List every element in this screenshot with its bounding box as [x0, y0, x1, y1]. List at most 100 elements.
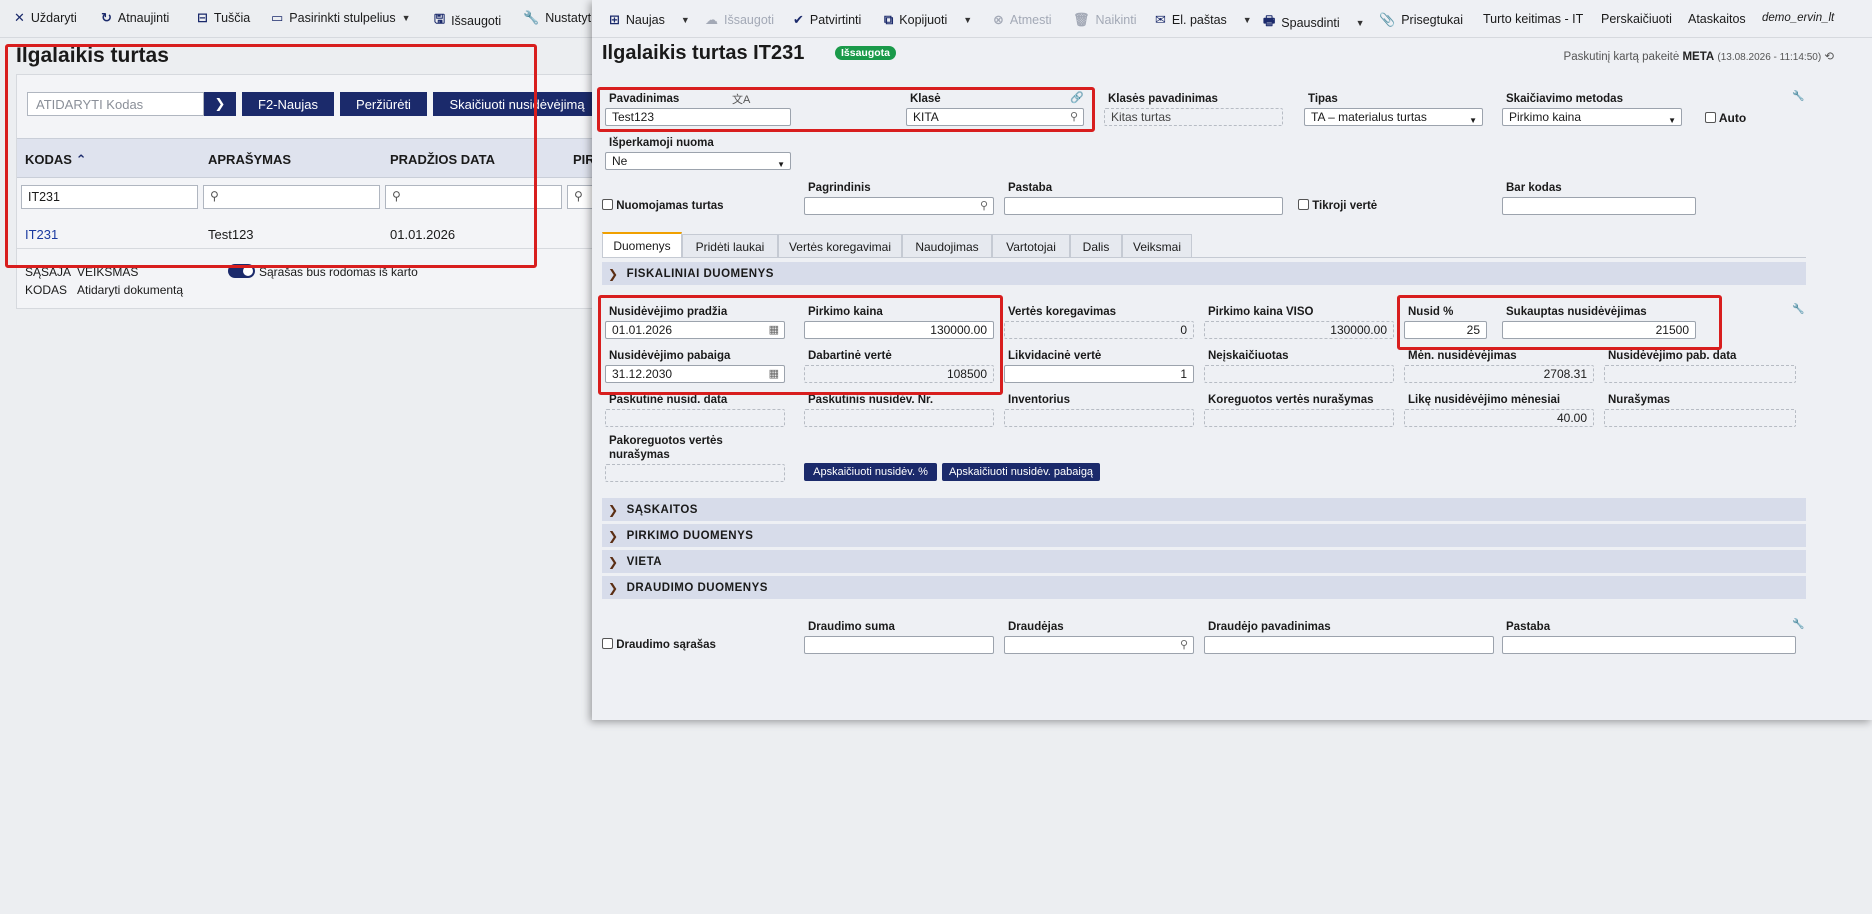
value-adj-label: Vertės koregavimas: [1008, 306, 1117, 318]
cloud-upload-icon: ☁: [705, 12, 718, 27]
empty-icon: ⊟: [197, 10, 208, 25]
insurance-sum-input[interactable]: [804, 636, 994, 654]
chevron-right-icon: ❯: [608, 502, 619, 517]
highlight-dates-prices: [598, 295, 1003, 395]
liquid-label: Likvidacinė vertė: [1008, 350, 1102, 362]
real-value-checkbox[interactable]: Tikroji vertė: [1298, 199, 1377, 212]
insurer-name-input[interactable]: [1204, 636, 1494, 654]
search-icon: ⚲: [979, 200, 988, 212]
email-button[interactable]: ✉ El. paštas ▼: [1155, 12, 1252, 28]
type-select[interactable]: TA – materialus turtas ▼: [1304, 108, 1483, 126]
last-date-field: [605, 409, 785, 427]
wrench-icon[interactable]: 🔧: [1792, 304, 1804, 315]
confirm-button[interactable]: ✔ Patvirtinti: [793, 12, 861, 28]
writeoff-label: Nurašymas: [1608, 394, 1671, 406]
insurance-sum-label: Draudimo suma: [808, 621, 895, 633]
trash-icon: 🗑: [1073, 12, 1090, 27]
chevron-right-icon: ❯: [608, 528, 619, 543]
section-fiscal[interactable]: ❯ FISKALINIAI DUOMENYS: [602, 262, 1806, 285]
calc-pct-button[interactable]: Apskaičiuoti nusidėv. %: [804, 463, 937, 481]
status-badge: Išsaugota: [835, 46, 897, 60]
rented-check-box[interactable]: [602, 199, 613, 210]
main-input[interactable]: ⚲: [804, 197, 994, 215]
section-purchase[interactable]: ❯ PIRKIMO DUOMENYS: [602, 524, 1806, 547]
section-insurance[interactable]: ❯ DRAUDIMO DUOMENYS: [602, 576, 1806, 599]
calc-end-button[interactable]: Apskaičiuoti nusidėv. pabaigą: [942, 463, 1100, 481]
reports-button[interactable]: Ataskaitos: [1688, 12, 1746, 26]
recalc-button[interactable]: Perskaičiuoti: [1601, 12, 1672, 26]
section-location[interactable]: ❯ VIETA: [602, 550, 1806, 573]
refresh-button[interactable]: ↻ Atnaujinti: [101, 10, 169, 26]
tab-underline: [602, 257, 1806, 258]
wrench-icon[interactable]: 🔧: [1792, 91, 1804, 102]
inventory-field: [1004, 409, 1194, 427]
copy-button[interactable]: ⧉ Kopijuoti ▼: [884, 12, 972, 28]
history-icon[interactable]: ⟲: [1824, 51, 1834, 63]
chevron-down-icon: ▼: [680, 15, 690, 25]
tab-usage[interactable]: Naudojimas: [902, 234, 992, 258]
auto-check-box[interactable]: [1705, 112, 1716, 123]
last-nr-label: Paskutinis nusidėv. Nr.: [808, 394, 934, 406]
save-icon: 🖫: [434, 11, 446, 26]
tab-extra-fields[interactable]: Pridėti laukai: [682, 234, 778, 258]
real-value-check-box[interactable]: [1298, 199, 1309, 210]
insurance-check-box[interactable]: [602, 638, 613, 649]
reject-button[interactable]: ⊗ Atmesti: [993, 12, 1052, 28]
tab-data[interactable]: Duomenys: [602, 232, 682, 258]
tab-actions[interactable]: Veiksmai: [1122, 234, 1192, 258]
tab-value-adjustments[interactable]: Vertės koregavimai: [778, 234, 902, 258]
highlight-list: [5, 44, 537, 268]
wrench-icon[interactable]: 🔧: [1792, 619, 1804, 630]
asset-change-button[interactable]: Turto keitimas - IT: [1483, 12, 1583, 26]
search-icon: ⚲: [574, 189, 583, 203]
insurance-list-checkbox[interactable]: Draudimo sąrašas: [602, 638, 716, 651]
close-button[interactable]: ✕ Uždaryti: [14, 10, 77, 26]
bg-save-button[interactable]: 🖫 Išsaugoti: [434, 10, 501, 32]
user-name[interactable]: demo_ervin_lt: [1762, 12, 1834, 24]
adj-writeoff-field: [1204, 409, 1394, 427]
copy-icon: ⧉: [884, 12, 894, 27]
paperclip-icon: 📎: [1379, 12, 1396, 27]
method-select[interactable]: Pirkimo kaina ▼: [1502, 108, 1682, 126]
type-label: Tipas: [1308, 93, 1338, 105]
months-left-label: Likę nusidėvėjimo mėnesiai: [1408, 394, 1561, 406]
bg-toolbar: ✕ Uždaryti ↻ Atnaujinti ⊟ Tuščia ▭ Pasirinkt…: [0, 0, 600, 38]
delete-button[interactable]: 🗑 Naikinti: [1073, 12, 1137, 28]
dep-end-date-label: Nusidėvėjimo pab. data: [1608, 350, 1737, 362]
barcode-label: Bar kodas: [1506, 182, 1562, 194]
new-doc-button[interactable]: ⊞ Naujas ▼: [609, 12, 690, 28]
chevron-down-icon: ▼: [1242, 15, 1252, 25]
settings-button[interactable]: 🔧 Nustatyt: [523, 10, 591, 26]
empty-button[interactable]: ⊟ Tuščia: [197, 10, 250, 26]
highlight-name-class: [597, 87, 1095, 132]
last-date-label: Paskutinė nusid. data: [609, 394, 728, 406]
monthly-dep-field: 2708.31: [1404, 365, 1594, 383]
attachments-button[interactable]: 📎 Prisegtukai: [1379, 12, 1463, 28]
post-adj-label-2: nurašymas: [609, 449, 670, 461]
tab-part[interactable]: Dalis: [1070, 234, 1122, 258]
note-input[interactable]: [1004, 197, 1283, 215]
highlight-dep-values: [1397, 295, 1722, 350]
insurance-note-input[interactable]: [1502, 636, 1796, 654]
barcode-input[interactable]: [1502, 197, 1696, 215]
writeoff-field: [1604, 409, 1796, 427]
reject-icon: ⊗: [993, 12, 1004, 27]
choose-columns-button[interactable]: ▭ Pasirinkti stulpelius ▼: [271, 10, 411, 26]
method-label: Skaičiavimo metodas: [1506, 93, 1623, 105]
lease-select[interactable]: Ne ▼: [605, 152, 791, 170]
rented-checkbox[interactable]: Nuomojamas turtas: [602, 199, 724, 212]
form-toolbar: ⊞ Naujas ▼ ☁ Išsaugoti ✔ Patvirtinti ⧉ Kopiju…: [592, 0, 1872, 38]
auto-checkbox[interactable]: Auto: [1705, 111, 1746, 125]
refresh-icon: ↻: [101, 10, 112, 25]
insurer-input[interactable]: ⚲: [1004, 636, 1194, 654]
save-button[interactable]: ☁ Išsaugoti: [705, 12, 774, 28]
last-nr-field: [804, 409, 994, 427]
dep-end-date-field: [1604, 365, 1796, 383]
tab-users[interactable]: Vartotojai: [992, 234, 1070, 258]
check-icon: ✔: [793, 12, 804, 27]
liquid-input[interactable]: 1: [1004, 365, 1194, 383]
section-accounts[interactable]: ❯ SĄSKAITOS: [602, 498, 1806, 521]
value-adj-field: 0: [1004, 321, 1194, 339]
chevron-down-icon: ▼: [963, 15, 973, 25]
print-button[interactable]: 🖶 Spausdinti ▼: [1263, 12, 1365, 34]
